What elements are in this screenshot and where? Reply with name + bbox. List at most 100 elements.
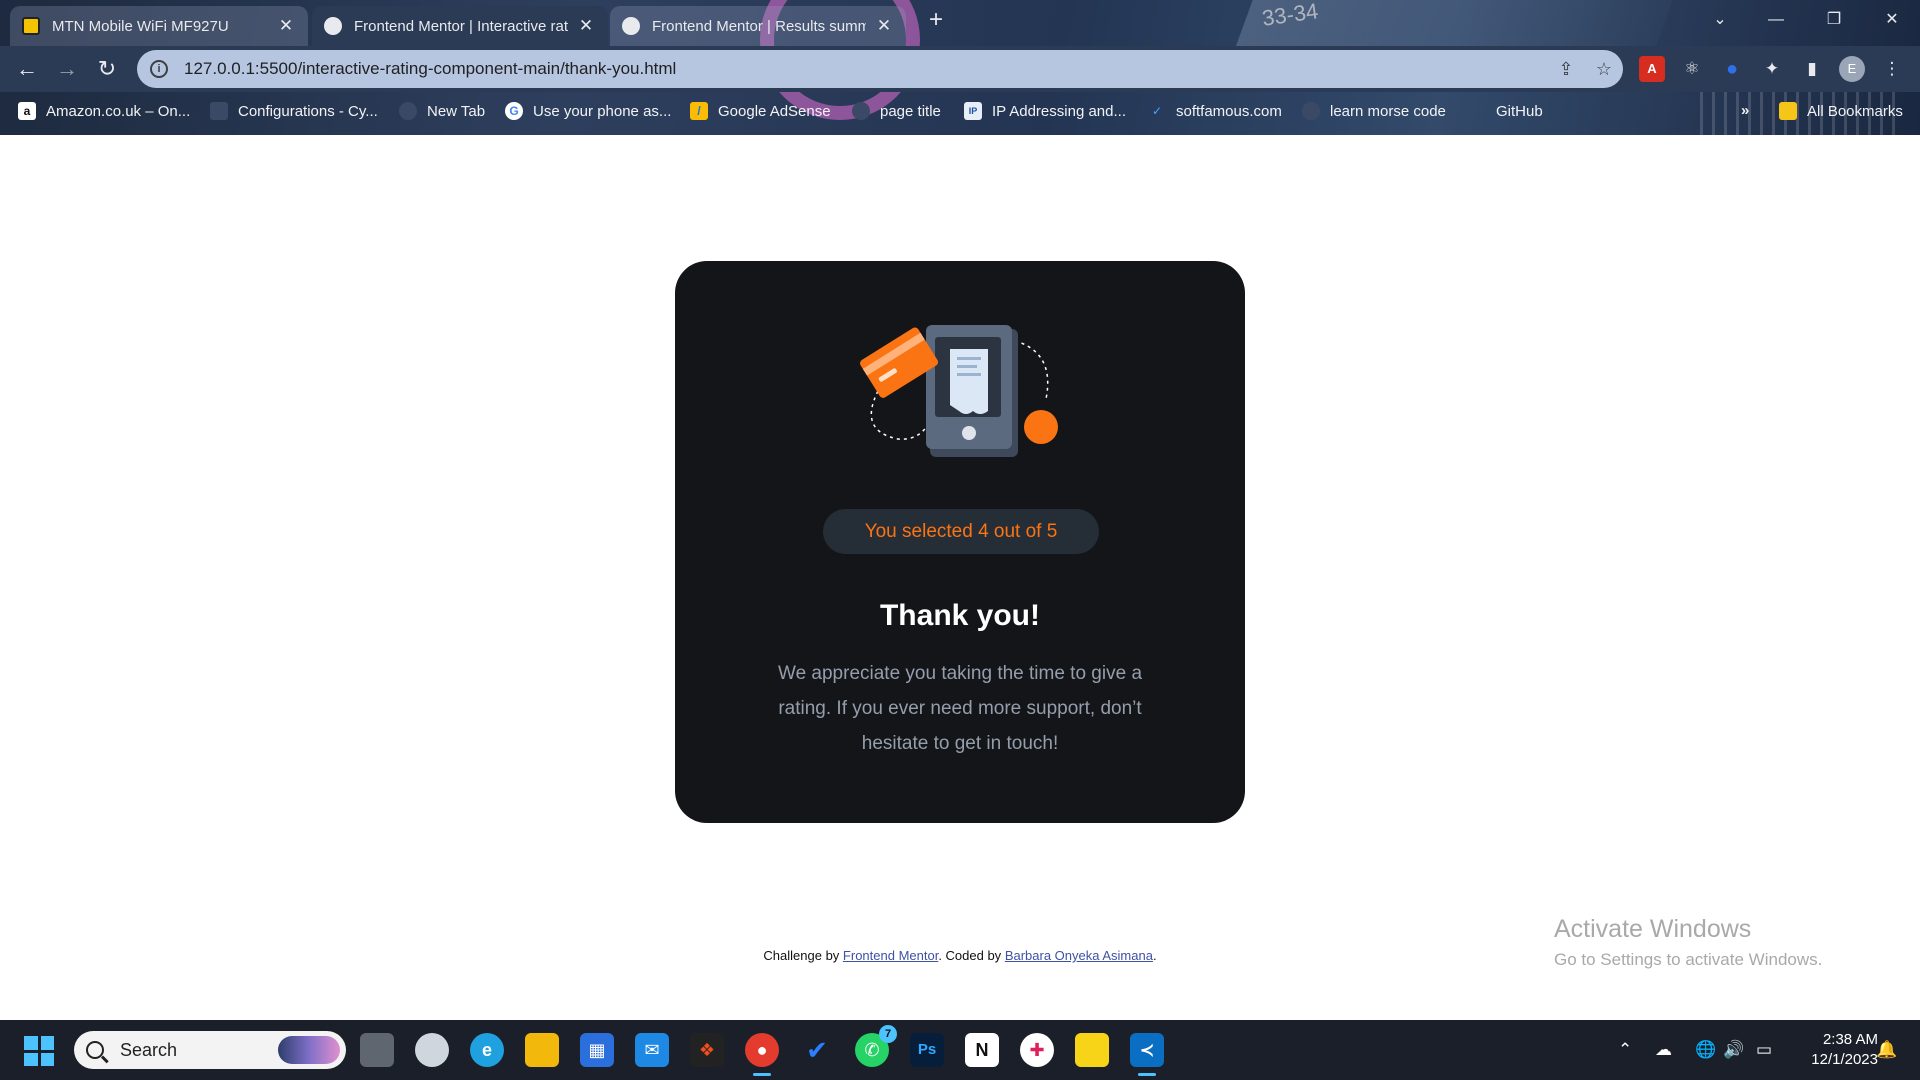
all-bookmarks-label: All Bookmarks	[1807, 102, 1903, 120]
onedrive-icon[interactable]: ☁	[1655, 1040, 1672, 1060]
minimize-button[interactable]: —	[1748, 0, 1804, 40]
extension-blue-dot-icon[interactable]: ●	[1719, 56, 1745, 82]
reload-icon[interactable]: ↻	[90, 52, 124, 86]
thank-you-card: You selected 4 out of 5 Thank you! We ap…	[675, 261, 1245, 823]
side-panel-icon[interactable]: ▮	[1799, 56, 1825, 82]
tab-results-summary[interactable]: Frontend Mentor | Results summ ✕	[610, 6, 906, 46]
bookmark-label: softfamous.com	[1176, 102, 1282, 120]
bookmark-label: GitHub	[1496, 102, 1543, 120]
file-explorer-icon[interactable]	[525, 1033, 559, 1067]
payment-phone-illustration-icon	[860, 325, 1058, 457]
browser-chrome: 33-34 MTN Mobile WiFi MF927U ✕ Frontend …	[0, 0, 1920, 135]
bookmark-label: Configurations - Cy...	[238, 102, 378, 120]
react-devtools-icon[interactable]: ⚛	[1679, 56, 1705, 82]
tab-interactive-rating[interactable]: Frontend Mentor | Interactive rat ✕	[312, 6, 608, 46]
bookmark-label: New Tab	[427, 102, 486, 120]
tab-title: Frontend Mentor | Results summ	[652, 17, 866, 35]
todo-icon[interactable]: ✔	[800, 1033, 834, 1067]
start-button[interactable]	[24, 1036, 54, 1066]
vscode-icon[interactable]: ≺	[1130, 1033, 1164, 1076]
thank-you-heading: Thank you!	[879, 599, 1040, 632]
slack-icon[interactable]: ✚	[1020, 1033, 1054, 1067]
bookmark-item[interactable]: / Google AdSense	[690, 102, 831, 120]
page-icon	[852, 102, 870, 120]
network-globe-icon[interactable]: 🌐	[1695, 1040, 1716, 1060]
browser-toolbar: ← → ↻ i 127.0.0.1:5500/interactive-ratin…	[0, 46, 1920, 92]
bookmark-item[interactable]: ✓ softfamous.com	[1148, 102, 1282, 120]
site-info-icon[interactable]: i	[150, 60, 168, 78]
google-icon: G	[505, 102, 523, 120]
clock-time: 2:38 AM	[1822, 1031, 1878, 1048]
selection-badge: You selected 4 out of 5	[823, 509, 1099, 554]
bookmarks-overflow-button[interactable]: »	[1741, 102, 1749, 119]
attribution-middle: . Coded by	[938, 948, 1005, 963]
newtab-icon	[399, 102, 417, 120]
thank-you-message: We appreciate you taking the time to giv…	[777, 663, 1143, 754]
bookmark-item[interactable]: learn morse code	[1302, 102, 1446, 120]
close-icon[interactable]: ✕	[576, 16, 596, 36]
whatsapp-icon[interactable]: ✆ 7	[855, 1025, 897, 1067]
task-view-icon[interactable]	[360, 1033, 394, 1067]
bookmark-star-icon[interactable]: ☆	[1585, 59, 1623, 80]
mail-icon[interactable]: ✉	[635, 1033, 669, 1067]
back-arrow-icon[interactable]: ←	[10, 52, 44, 86]
frontend-mentor-link[interactable]: Frontend Mentor	[843, 948, 938, 963]
microsoft-store-icon[interactable]: ▦	[580, 1033, 614, 1067]
activate-windows-watermark: Activate Windows Go to Settings to activ…	[1554, 915, 1822, 970]
bookmark-item[interactable]: Configurations - Cy...	[210, 102, 378, 120]
photoshop-icon[interactable]: Ps	[910, 1033, 944, 1067]
close-icon[interactable]: ✕	[874, 16, 894, 36]
adsense-icon: /	[690, 102, 708, 120]
battery-icon[interactable]: ▭	[1756, 1040, 1772, 1060]
show-hidden-icons-chevron-icon[interactable]: ⌃	[1618, 1040, 1632, 1060]
restore-button[interactable]: ❐	[1806, 0, 1862, 40]
url-text[interactable]: 127.0.0.1:5500/interactive-rating-compon…	[184, 59, 1547, 79]
acrobat-extension-icon[interactable]: A	[1639, 56, 1665, 82]
new-tab-button[interactable]: +	[922, 6, 950, 34]
bookmarks-bar: a Amazon.co.uk – On... Configurations - C…	[0, 92, 1920, 135]
bookmark-item[interactable]: G Use your phone as...	[505, 102, 671, 120]
author-link[interactable]: Barbara Onyeka Asimana	[1005, 948, 1153, 963]
notification-bell-icon[interactable]: 🔔	[1876, 1040, 1897, 1060]
tab-mtn[interactable]: MTN Mobile WiFi MF927U ✕	[10, 6, 308, 46]
chrome-icon[interactable]: ●	[745, 1033, 779, 1076]
config-icon	[210, 102, 228, 120]
bookmark-item[interactable]: New Tab	[399, 102, 485, 120]
attribution-suffix: .	[1152, 948, 1157, 963]
bookmark-item[interactable]: IP IP Addressing and...	[964, 102, 1126, 120]
close-icon[interactable]: ✕	[276, 16, 296, 36]
taskbar-search[interactable]: Search	[74, 1031, 346, 1069]
frontend-mentor-favicon-icon	[324, 17, 342, 35]
bookmark-label: Google AdSense	[718, 102, 831, 120]
volume-icon[interactable]: 🔊	[1723, 1040, 1744, 1060]
watermark-title: Activate Windows	[1554, 915, 1752, 943]
puzzle-extensions-icon[interactable]: ✦	[1759, 56, 1785, 82]
edge-icon[interactable]: e	[470, 1033, 504, 1067]
address-bar[interactable]: i 127.0.0.1:5500/interactive-rating-comp…	[137, 50, 1623, 88]
mtn-favicon-icon	[22, 17, 40, 35]
close-window-button[interactable]: ✕	[1864, 0, 1920, 40]
tab-strip: MTN Mobile WiFi MF927U ✕ Frontend Mentor…	[0, 0, 1920, 46]
bookmark-label: page title	[880, 102, 941, 120]
frontend-mentor-favicon-icon	[622, 17, 640, 35]
system-clock[interactable]: 2:38 AM 12/1/2023	[1786, 1030, 1878, 1070]
bookmark-item[interactable]: a Amazon.co.uk – On...	[18, 102, 190, 120]
notion-icon[interactable]: N	[965, 1033, 999, 1067]
bookmark-label: Use your phone as...	[533, 102, 672, 120]
search-icon	[86, 1041, 104, 1059]
profile-avatar[interactable]: E	[1839, 56, 1865, 82]
tab-title: MTN Mobile WiFi MF927U	[52, 17, 229, 35]
menu-kebab-icon[interactable]: ⋮	[1879, 56, 1905, 82]
sticky-notes-icon[interactable]	[1075, 1033, 1109, 1067]
figma-icon[interactable]: ❖	[690, 1033, 724, 1067]
github-icon	[1468, 102, 1486, 120]
all-bookmarks-button[interactable]: All Bookmarks	[1779, 102, 1903, 120]
forward-arrow-icon[interactable]: →	[50, 52, 84, 86]
watermark-subtitle: Go to Settings to activate Windows.	[1554, 950, 1823, 969]
weather-widget-icon[interactable]	[415, 1033, 449, 1067]
share-icon[interactable]: ⇪	[1547, 59, 1585, 80]
search-highlight-image	[278, 1036, 340, 1064]
bookmark-item[interactable]: GitHub	[1468, 102, 1543, 120]
bookmark-item[interactable]: page title	[852, 102, 941, 120]
tab-search-chevron-icon[interactable]: ⌄	[1692, 0, 1748, 40]
